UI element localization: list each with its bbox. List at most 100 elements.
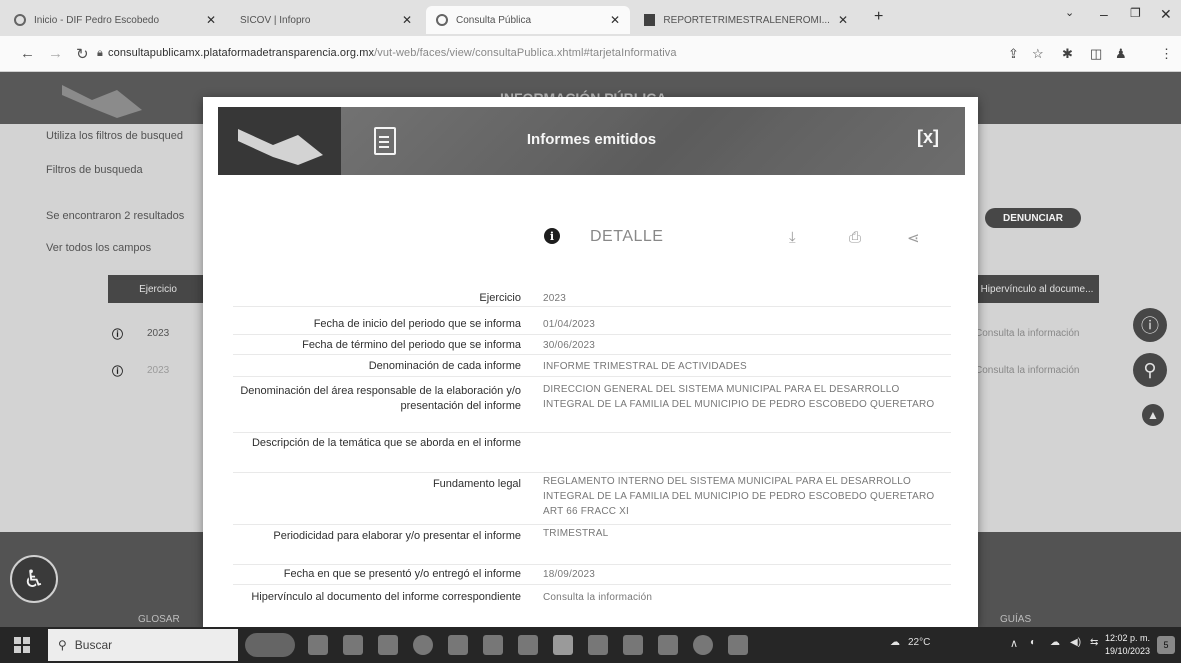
star-icon[interactable]: ☆ (1032, 46, 1044, 62)
word-icon[interactable] (518, 635, 538, 655)
temperature[interactable]: 22°C (908, 637, 930, 648)
arrow-up-icon[interactable]: ▲ (1142, 404, 1164, 426)
column-header-ejercicio[interactable]: Ejercicio (108, 275, 208, 303)
field-row-fecha-presentacion: Fecha en que se presentó y/o entregó el … (233, 565, 951, 585)
tab-title: SICOV | Infopro (240, 14, 311, 26)
detail-label: DETALLE (590, 228, 664, 245)
restore-icon[interactable]: ❐ (1130, 6, 1141, 20)
chevron-down-icon[interactable]: ⌄ (1065, 6, 1074, 19)
extensions-icon[interactable]: ✱ (1062, 46, 1073, 62)
search-placeholder: Buscar (74, 638, 113, 652)
tab-inicio-dif[interactable]: Inicio - DIF Pedro Escobedo ✕ (4, 6, 226, 34)
usb-icon[interactable]: ⇆ (1090, 637, 1098, 648)
profile-icon[interactable]: ♟ (1115, 46, 1127, 62)
share-icon[interactable]: ⇪ (1008, 46, 1019, 62)
weather-icon[interactable]: ☁ (890, 637, 900, 648)
mail-icon[interactable] (343, 635, 363, 655)
close-tab-icon[interactable]: ✕ (402, 13, 412, 27)
info-icon[interactable]: ⓘ (112, 363, 123, 379)
field-row-fecha-termino: Fecha de término del periodo que se info… (233, 335, 951, 355)
modal-title: Informes emitidos (526, 131, 657, 148)
windows-start-icon[interactable] (14, 637, 30, 653)
filters-toggle[interactable]: Filtros de busqueda (46, 164, 143, 176)
opera-icon[interactable] (693, 635, 713, 655)
menu-icon[interactable]: ⋮ (1160, 46, 1173, 62)
globe-icon (436, 14, 448, 26)
acrobat-icon[interactable] (378, 635, 398, 655)
chrome-icon[interactable] (553, 635, 573, 655)
url-host: consultapublicamx.plataformadetransparen… (108, 47, 375, 59)
close-modal-button[interactable]: [x] (917, 127, 939, 148)
edge-icon[interactable] (413, 635, 433, 655)
close-window-icon[interactable]: ✕ (1160, 6, 1172, 23)
minimize-icon[interactable]: – (1100, 6, 1108, 22)
tab-consulta-publica[interactable]: Consulta Pública ✕ (426, 6, 630, 34)
see-all-fields-link[interactable]: Ver todos los campos (46, 242, 151, 254)
clock[interactable]: 12:02 p. m. 19/10/2023 (1105, 632, 1150, 658)
calendar-icon[interactable] (448, 635, 468, 655)
browser-tab-bar: Inicio - DIF Pedro Escobedo ✕ SICOV | In… (0, 0, 1181, 36)
accessibility-icon[interactable]: ♿︎ (10, 555, 58, 603)
field-row-ejercicio: Ejercicio 2023 (233, 289, 951, 307)
field-row-fundamento-legal: Fundamento legal REGLAMENTO INTERNO DEL … (233, 473, 951, 525)
field-row-area-responsable: Denominación del área responsable de la … (233, 378, 951, 433)
app-icon[interactable] (658, 635, 678, 655)
tray-chevron-icon[interactable]: ∧ (1010, 637, 1018, 650)
results-count: Se encontraron 2 resultados (46, 210, 185, 222)
close-tab-icon[interactable]: ✕ (610, 13, 620, 27)
new-tab-button[interactable]: + (874, 8, 883, 26)
outlook-icon[interactable] (483, 635, 503, 655)
wifi-icon[interactable]: ☁ (1050, 637, 1060, 648)
info-circle-icon[interactable]: ⓘ (1133, 308, 1167, 342)
url-field[interactable]: consultapublicamx.plataformadetransparen… (108, 47, 677, 59)
field-row-tematica: Descripción de la temática que se aborda… (233, 433, 951, 473)
taskbar: ⚲ Buscar ☁ 22°C ∧ ◐ ☁ ◀) ⇆ 12:02 p. m. 1… (0, 627, 1181, 663)
field-value: 01/04/2023 (543, 319, 596, 330)
notifications-badge[interactable]: 5 (1157, 636, 1175, 654)
field-value: REGLAMENTO INTERNO DEL SISTEMA MUNICIPAL… (543, 476, 935, 517)
back-icon[interactable]: ← (20, 45, 35, 62)
url-path: /vut-web/faces/view/consultaPublica.xhtm… (374, 47, 677, 59)
lock-icon: 🔒︎ (97, 47, 103, 59)
share-icon[interactable]: ⋖ (907, 229, 920, 247)
print-icon[interactable]: ⎙ (849, 229, 861, 246)
date: 19/10/2023 (1105, 646, 1151, 656)
task-view-icon[interactable] (308, 635, 328, 655)
search-icon: ⚲ (58, 638, 67, 652)
close-tab-icon[interactable]: ✕ (206, 13, 216, 27)
filters-hint: Utiliza los filtros de busqued (46, 130, 183, 142)
tab-reporte-trimestral[interactable]: REPORTETRIMESTRALENEROMI... ✕ (634, 6, 858, 34)
footer-guias-link[interactable]: GUÍAS (1000, 614, 1031, 625)
field-value: INFORME TRIMESTRAL DE ACTIVIDADES (543, 361, 747, 372)
column-header-hipervinculo[interactable]: Hipervínculo al docume... (975, 275, 1099, 303)
denunciar-button[interactable]: DENUNCIAR (985, 208, 1081, 228)
sidebar-icon[interactable]: ◫ (1090, 46, 1102, 62)
row-link[interactable]: Consulta la información (975, 328, 1080, 339)
download-icon[interactable]: ⤓ (789, 229, 796, 246)
store-icon[interactable] (588, 635, 608, 655)
field-row-hipervinculo: Hipervínculo al documento del informe co… (233, 587, 951, 623)
document-link[interactable]: Consulta la información (543, 590, 953, 605)
reload-icon[interactable]: ↻ (76, 45, 89, 63)
row-year: 2023 (147, 365, 170, 376)
volume-icon[interactable]: ◀) (1070, 637, 1081, 648)
document-icon (644, 14, 656, 26)
network-icon[interactable]: ◐ (1030, 637, 1036, 648)
footer-glosario-link[interactable]: GLOSAR (138, 614, 180, 625)
widget-image[interactable] (245, 633, 295, 657)
close-tab-icon[interactable]: ✕ (838, 13, 848, 27)
search-icon[interactable]: ⚲ (1133, 353, 1167, 387)
field-row-periodicidad: Periodicidad para elaborar y/o presentar… (233, 525, 951, 565)
field-label: Fecha de término del periodo que se info… (302, 339, 521, 351)
row-link[interactable]: Consulta la información (975, 365, 1080, 376)
field-value: 2023 (543, 293, 567, 304)
forward-icon[interactable]: → (48, 45, 63, 62)
taskbar-search[interactable]: ⚲ Buscar (48, 629, 238, 661)
info-icon[interactable]: ⓘ (112, 326, 123, 342)
app-icon[interactable] (728, 635, 748, 655)
tab-sicov[interactable]: SICOV | Infopro ✕ (230, 6, 422, 34)
field-label: Fundamento legal (432, 478, 521, 490)
field-value: DIRECCION GENERAL DEL SISTEMA MUNICIPAL … (543, 384, 935, 410)
field-label: Descripción de la temática que se aborda… (251, 437, 521, 449)
excel-icon[interactable] (623, 635, 643, 655)
